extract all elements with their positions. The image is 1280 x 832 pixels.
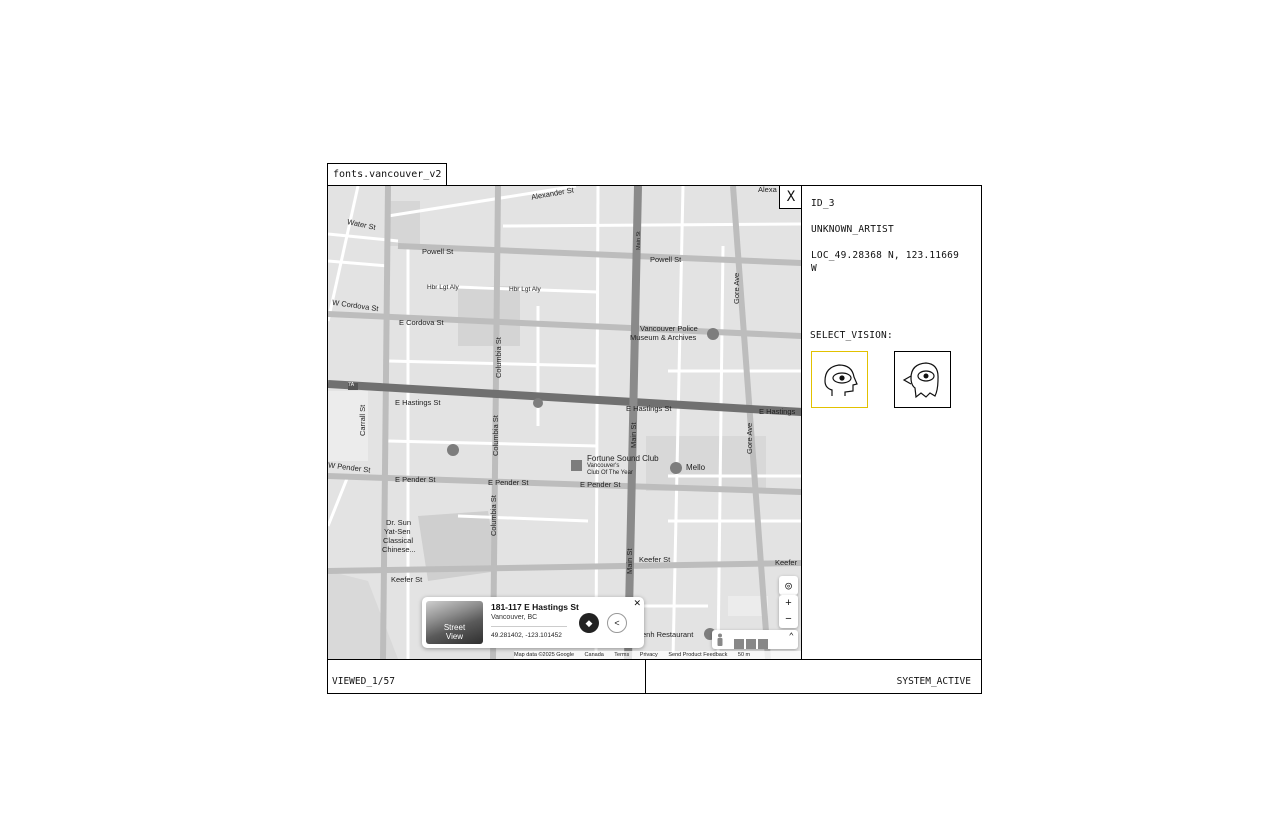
window-title-tab: fonts.vancouver_v2 [327,163,448,185]
street-label: W Pender St [328,460,371,475]
street-label: Gore Ave [745,422,754,454]
attribution-item: Map data ©2025 Google [514,652,575,658]
attribution-item[interactable]: Terms [614,652,629,658]
attribution-item[interactable]: Privacy [640,652,658,658]
attribution-item[interactable]: Send Product Feedback [668,652,727,658]
artist-name: UNKNOWN_ARTIST [811,224,894,235]
street-label: Hbr Lgt Aly [509,286,541,293]
map-view[interactable]: Alexander St Alexa Water St Powell St Po… [328,186,802,659]
zoom-in-button[interactable]: + [779,595,798,611]
street-view-label: View [445,632,464,641]
street-label: Powell St [650,255,682,264]
street-label: Water St [346,217,377,232]
street-label: Main St [636,231,642,250]
close-button[interactable]: X [779,186,801,209]
viewed-counter: VIEWED_1/57 [332,676,395,687]
pegman-icon[interactable] [716,633,724,646]
window-title: fonts.vancouver_v2 [333,169,442,180]
street-label: Keefer [775,558,798,567]
street-label: Alexa [758,186,777,194]
map-scale: 50 m [737,652,751,658]
poi-label: Fortune Sound Club [587,454,659,463]
poi-label: Vancouver's [587,463,620,469]
street-label: E Hastings St [395,398,441,407]
street-label: Gore Ave [732,272,741,304]
street-label: Powell St [422,247,454,256]
location-coordinates: LOC_49.28368 N, 123.11669 [811,250,959,261]
artwork-id: ID_3 [811,198,835,209]
layer-toolbar: ⌃ [712,630,798,649]
popup-coordinates: 49.281402, -123.101452 [491,632,562,639]
poi-label: Club Of The Year [587,470,633,476]
poi-label: Dr. Sun [386,518,412,527]
poi-label: Classical [383,536,414,545]
street-label: Main St [629,422,638,448]
street-label: Carrall St [358,404,367,436]
vision-option-bird[interactable] [894,351,951,408]
street-label: E Hastings St [626,404,672,413]
poi-label: Yat-Sen [384,527,411,536]
zoom-controls: + − [779,595,798,628]
vision-option-human[interactable] [811,351,868,408]
system-status: SYSTEM_ACTIVE [896,676,971,687]
poi-label: Vancouver Police [640,324,698,333]
street-label: E Pender St [488,478,529,487]
directions-icon[interactable]: ◆ [579,613,599,633]
street-label: Hbr Lgt Aly [427,284,459,291]
expand-icon[interactable]: ⌃ [789,632,794,642]
street-label: W Cordova St [331,297,380,314]
street-label: Columbia St [489,495,498,536]
street-label: E Pender St [580,480,621,489]
poi-label: Chinese... [382,545,416,554]
attribution-item[interactable]: Canada [585,652,604,658]
street-view-label: Street [443,623,466,632]
street-label: E Pender St [395,475,436,484]
street-label: E Cordova St [399,318,444,327]
my-location-icon[interactable]: ◎ [779,576,798,595]
popup-close-icon[interactable]: ✕ [633,598,641,609]
status-footer: VIEWED_1/57 SYSTEM_ACTIVE [328,659,981,693]
location-popup[interactable]: Street View 181-117 E Hastings St Vancou… [422,597,644,648]
bird-head-eye-icon [902,362,939,399]
street-view-thumbnail[interactable]: Street View [426,601,483,644]
popup-address: 181-117 E Hastings St [491,602,579,612]
popup-divider [491,626,567,627]
location-coordinates-cont: W [811,263,817,274]
zoom-out-button[interactable]: − [779,611,798,627]
popup-city: Vancouver, BC [491,614,538,621]
info-panel: ID_3 UNKNOWN_ARTIST LOC_49.28368 N, 123.… [802,186,981,659]
poi-label: Museum & Archives [630,333,697,342]
poi-label: enh Restaurant [642,630,694,639]
street-label: Keefer St [639,555,671,564]
share-icon[interactable]: < [607,613,627,633]
viewer-frame: Alexander St Alexa Water St Powell St Po… [327,185,982,694]
street-label: Columbia St [494,337,503,378]
street-label: Columbia St [491,415,500,456]
street-label: E Hastings [759,407,796,416]
map-attribution: Map data ©2025 Google Canada Terms Priva… [514,651,801,659]
human-head-eye-icon [824,364,858,396]
route-badge: 7A [348,382,355,388]
poi-label: Mello [686,463,706,472]
street-label: Keefer St [391,575,423,584]
street-label: Alexander St [530,186,575,202]
select-vision-label: SELECT_VISION: [810,330,893,341]
street-label: Main St [625,548,634,574]
